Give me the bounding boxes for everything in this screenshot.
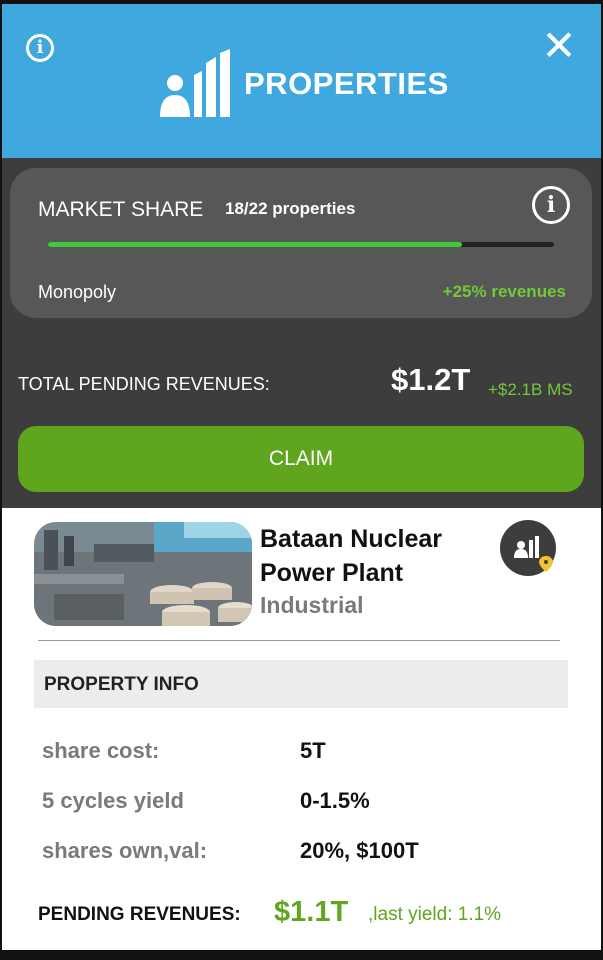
- total-pending-label: TOTAL PENDING REVENUES:: [18, 374, 270, 394]
- info-icon[interactable]: i: [26, 34, 54, 62]
- properties-screen: i ✕ PROPERTIES MARKET SHARE 18/22 proper…: [2, 4, 601, 950]
- shares-own-label: shares own,val:: [42, 838, 208, 863]
- property-type: Industrial: [260, 592, 364, 618]
- property-thumbnail[interactable]: [34, 522, 252, 626]
- property-name-line2: Power Plant: [260, 559, 404, 587]
- market-share-progress-fill: [48, 242, 462, 247]
- cycles-yield-label: 5 cycles yield: [42, 788, 184, 813]
- market-tier-label: Monopoly: [38, 282, 117, 302]
- market-share-card: MARKET SHARE 18/22 properties i Monopoly…: [10, 168, 592, 318]
- close-icon[interactable]: ✕: [539, 25, 579, 67]
- property-info-header: PROPERTY INFO: [34, 660, 568, 708]
- last-yield-text: ,last yield: 1.1%: [368, 904, 502, 925]
- owner-badge-glyph: [514, 536, 553, 572]
- pending-revenues-value: $1.1T: [274, 896, 349, 928]
- market-share-label: MARKET SHARE: [38, 198, 204, 221]
- share-cost-value: 5T: [300, 738, 326, 763]
- summary-panel: MARKET SHARE 18/22 properties i Monopoly…: [2, 158, 601, 508]
- claim-button[interactable]: CLAIM: [18, 426, 584, 492]
- properties-icon: [160, 49, 230, 117]
- market-tier-bonus: +25% revenues: [442, 282, 566, 301]
- title-group: PROPERTIES: [156, 48, 449, 120]
- page-title: PROPERTIES: [244, 66, 449, 101]
- property-name-line1: Bataan Nuclear: [260, 525, 443, 553]
- total-pending-ms-bonus: +$2.1B MS: [488, 380, 573, 399]
- market-share-progress-bar: [48, 242, 554, 247]
- property-photo: [34, 522, 252, 626]
- divider: [38, 640, 560, 641]
- property-owner-location-icon[interactable]: [500, 520, 556, 576]
- property-name: Bataan Nuclear Power Plant: [260, 522, 480, 590]
- property-info-title: PROPERTY INFO: [44, 674, 199, 695]
- total-pending-value: $1.2T: [391, 362, 471, 397]
- share-cost-label: share cost:: [42, 738, 160, 763]
- cycles-yield-value: 0-1.5%: [300, 788, 370, 813]
- header: i ✕ PROPERTIES: [2, 4, 601, 158]
- market-share-info-icon[interactable]: i: [532, 186, 570, 224]
- market-share-count: 18/22 properties: [225, 199, 356, 218]
- shares-own-value: 20%, $100T: [300, 838, 419, 863]
- pending-revenues-label: PENDING REVENUES:: [38, 904, 241, 925]
